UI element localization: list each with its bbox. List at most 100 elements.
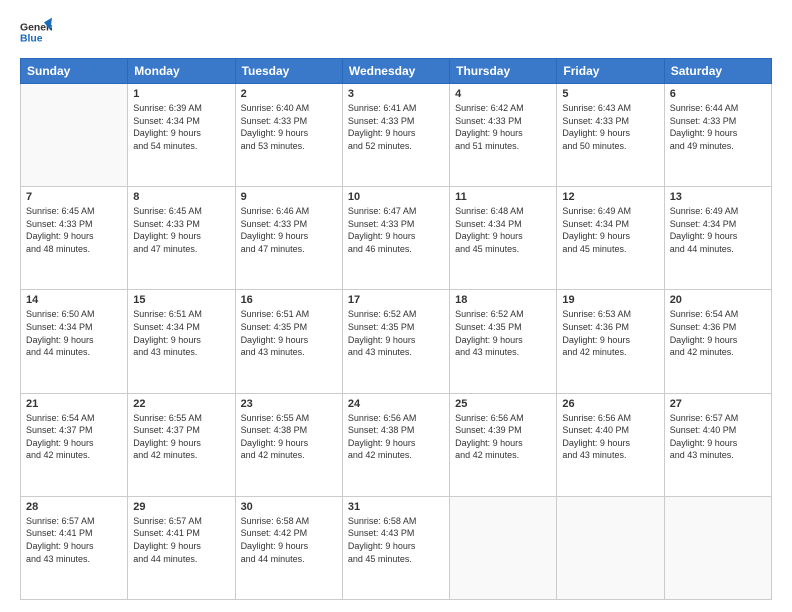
day-info: Sunrise: 6:58 AMSunset: 4:43 PMDaylight:… <box>348 515 444 565</box>
svg-text:Blue: Blue <box>20 34 43 45</box>
calendar-day: 10 Sunrise: 6:47 AMSunset: 4:33 PMDayligh… <box>342 187 449 290</box>
calendar-week: 28 Sunrise: 6:57 AMSunset: 4:41 PMDayligh… <box>21 496 772 599</box>
day-number: 17 <box>348 294 444 306</box>
calendar-day: 26 Sunrise: 6:56 AMSunset: 4:40 PMDayligh… <box>557 393 664 496</box>
day-number: 6 <box>670 88 766 100</box>
calendar-day: 31 Sunrise: 6:58 AMSunset: 4:43 PMDayligh… <box>342 496 449 599</box>
day-number: 9 <box>241 191 337 203</box>
calendar-day: 2 Sunrise: 6:40 AMSunset: 4:33 PMDaylight… <box>235 84 342 187</box>
day-number: 27 <box>670 398 766 410</box>
day-info: Sunrise: 6:47 AMSunset: 4:33 PMDaylight:… <box>348 205 444 255</box>
day-number: 24 <box>348 398 444 410</box>
day-number: 16 <box>241 294 337 306</box>
calendar-day: 28 Sunrise: 6:57 AMSunset: 4:41 PMDayligh… <box>21 496 128 599</box>
day-info: Sunrise: 6:52 AMSunset: 4:35 PMDaylight:… <box>348 308 444 358</box>
day-number: 31 <box>348 501 444 513</box>
day-info: Sunrise: 6:54 AMSunset: 4:36 PMDaylight:… <box>670 308 766 358</box>
calendar-day: 1 Sunrise: 6:39 AMSunset: 4:34 PMDaylight… <box>128 84 235 187</box>
calendar-day: 23Sunrise: 6:55 AMSunset: 4:38 PMDayligh… <box>235 393 342 496</box>
calendar-body: 1 Sunrise: 6:39 AMSunset: 4:34 PMDaylight… <box>21 84 772 600</box>
day-number: 5 <box>562 88 658 100</box>
day-number: 18 <box>455 294 551 306</box>
day-info: Sunrise: 6:56 AMSunset: 4:39 PMDaylight:… <box>455 412 551 462</box>
weekday-header: Sunday <box>21 59 128 84</box>
calendar-table: SundayMondayTuesdayWednesdayThursdayFrid… <box>20 58 772 600</box>
day-number: 11 <box>455 191 551 203</box>
day-number: 30 <box>241 501 337 513</box>
weekday-header: Friday <box>557 59 664 84</box>
day-info: Sunrise: 6:50 AMSunset: 4:34 PMDaylight:… <box>26 308 122 358</box>
day-info: Sunrise: 6:45 AMSunset: 4:33 PMDaylight:… <box>26 205 122 255</box>
calendar-day: 25 Sunrise: 6:56 AMSunset: 4:39 PMDayligh… <box>450 393 557 496</box>
day-info: Sunrise: 6:40 AMSunset: 4:33 PMDaylight:… <box>241 102 337 152</box>
calendar-week: 14 Sunrise: 6:50 AMSunset: 4:34 PMDayligh… <box>21 290 772 393</box>
calendar-day: 9 Sunrise: 6:46 AMSunset: 4:33 PMDaylight… <box>235 187 342 290</box>
day-info: Sunrise: 6:53 AMSunset: 4:36 PMDaylight:… <box>562 308 658 358</box>
day-number: 21 <box>26 398 122 410</box>
calendar-day: 15 Sunrise: 6:51 AMSunset: 4:34 PMDayligh… <box>128 290 235 393</box>
calendar-day: 24Sunrise: 6:56 AMSunset: 4:38 PMDayligh… <box>342 393 449 496</box>
day-number: 2 <box>241 88 337 100</box>
day-number: 28 <box>26 501 122 513</box>
day-info: Sunrise: 6:58 AMSunset: 4:42 PMDaylight:… <box>241 515 337 565</box>
day-info: Sunrise: 6:41 AMSunset: 4:33 PMDaylight:… <box>348 102 444 152</box>
day-info: Sunrise: 6:42 AMSunset: 4:33 PMDaylight:… <box>455 102 551 152</box>
day-number: 8 <box>133 191 229 203</box>
calendar-day: 13Sunrise: 6:49 AMSunset: 4:34 PMDayligh… <box>664 187 771 290</box>
day-number: 7 <box>26 191 122 203</box>
calendar-day: 6 Sunrise: 6:44 AMSunset: 4:33 PMDaylight… <box>664 84 771 187</box>
calendar-day: 5 Sunrise: 6:43 AMSunset: 4:33 PMDaylight… <box>557 84 664 187</box>
day-info: Sunrise: 6:43 AMSunset: 4:33 PMDaylight:… <box>562 102 658 152</box>
calendar-day: 30 Sunrise: 6:58 AMSunset: 4:42 PMDayligh… <box>235 496 342 599</box>
day-number: 25 <box>455 398 551 410</box>
calendar-week: 7 Sunrise: 6:45 AMSunset: 4:33 PMDaylight… <box>21 187 772 290</box>
logo: General Blue <box>20 16 52 48</box>
day-info: Sunrise: 6:57 AMSunset: 4:40 PMDaylight:… <box>670 412 766 462</box>
day-info: Sunrise: 6:46 AMSunset: 4:33 PMDaylight:… <box>241 205 337 255</box>
day-number: 10 <box>348 191 444 203</box>
day-number: 15 <box>133 294 229 306</box>
day-info: Sunrise: 6:51 AMSunset: 4:34 PMDaylight:… <box>133 308 229 358</box>
day-number: 1 <box>133 88 229 100</box>
day-info: Sunrise: 6:51 AMSunset: 4:35 PMDaylight:… <box>241 308 337 358</box>
day-info: Sunrise: 6:55 AMSunset: 4:38 PMDaylight:… <box>241 412 337 462</box>
day-info: Sunrise: 6:44 AMSunset: 4:33 PMDaylight:… <box>670 102 766 152</box>
weekday-header: Tuesday <box>235 59 342 84</box>
day-info: Sunrise: 6:56 AMSunset: 4:40 PMDaylight:… <box>562 412 658 462</box>
day-info: Sunrise: 6:57 AMSunset: 4:41 PMDaylight:… <box>26 515 122 565</box>
calendar-day <box>21 84 128 187</box>
calendar-day: 22 Sunrise: 6:55 AMSunset: 4:37 PMDayligh… <box>128 393 235 496</box>
calendar-day: 7 Sunrise: 6:45 AMSunset: 4:33 PMDaylight… <box>21 187 128 290</box>
day-info: Sunrise: 6:49 AMSunset: 4:34 PMDaylight:… <box>562 205 658 255</box>
calendar-week: 21Sunrise: 6:54 AMSunset: 4:37 PMDayligh… <box>21 393 772 496</box>
day-number: 22 <box>133 398 229 410</box>
calendar-day: 19Sunrise: 6:53 AMSunset: 4:36 PMDayligh… <box>557 290 664 393</box>
calendar-day: 11 Sunrise: 6:48 AMSunset: 4:34 PMDayligh… <box>450 187 557 290</box>
day-info: Sunrise: 6:57 AMSunset: 4:41 PMDaylight:… <box>133 515 229 565</box>
day-info: Sunrise: 6:39 AMSunset: 4:34 PMDaylight:… <box>133 102 229 152</box>
day-info: Sunrise: 6:55 AMSunset: 4:37 PMDaylight:… <box>133 412 229 462</box>
calendar-day <box>450 496 557 599</box>
calendar-week: 1 Sunrise: 6:39 AMSunset: 4:34 PMDaylight… <box>21 84 772 187</box>
day-number: 14 <box>26 294 122 306</box>
calendar-day: 21Sunrise: 6:54 AMSunset: 4:37 PMDayligh… <box>21 393 128 496</box>
calendar-day: 27 Sunrise: 6:57 AMSunset: 4:40 PMDayligh… <box>664 393 771 496</box>
weekday-header: Saturday <box>664 59 771 84</box>
day-number: 29 <box>133 501 229 513</box>
day-number: 4 <box>455 88 551 100</box>
calendar-day: 17 Sunrise: 6:52 AMSunset: 4:35 PMDayligh… <box>342 290 449 393</box>
day-info: Sunrise: 6:48 AMSunset: 4:34 PMDaylight:… <box>455 205 551 255</box>
calendar-day: 29 Sunrise: 6:57 AMSunset: 4:41 PMDayligh… <box>128 496 235 599</box>
day-number: 20 <box>670 294 766 306</box>
calendar-day: 4 Sunrise: 6:42 AMSunset: 4:33 PMDaylight… <box>450 84 557 187</box>
weekday-header: Monday <box>128 59 235 84</box>
calendar-day: 20 Sunrise: 6:54 AMSunset: 4:36 PMDayligh… <box>664 290 771 393</box>
day-info: Sunrise: 6:52 AMSunset: 4:35 PMDaylight:… <box>455 308 551 358</box>
day-number: 26 <box>562 398 658 410</box>
day-number: 12 <box>562 191 658 203</box>
header: General Blue <box>20 16 772 48</box>
day-number: 3 <box>348 88 444 100</box>
calendar-day <box>664 496 771 599</box>
calendar-day: 18 Sunrise: 6:52 AMSunset: 4:35 PMDayligh… <box>450 290 557 393</box>
calendar-header: SundayMondayTuesdayWednesdayThursdayFrid… <box>21 59 772 84</box>
